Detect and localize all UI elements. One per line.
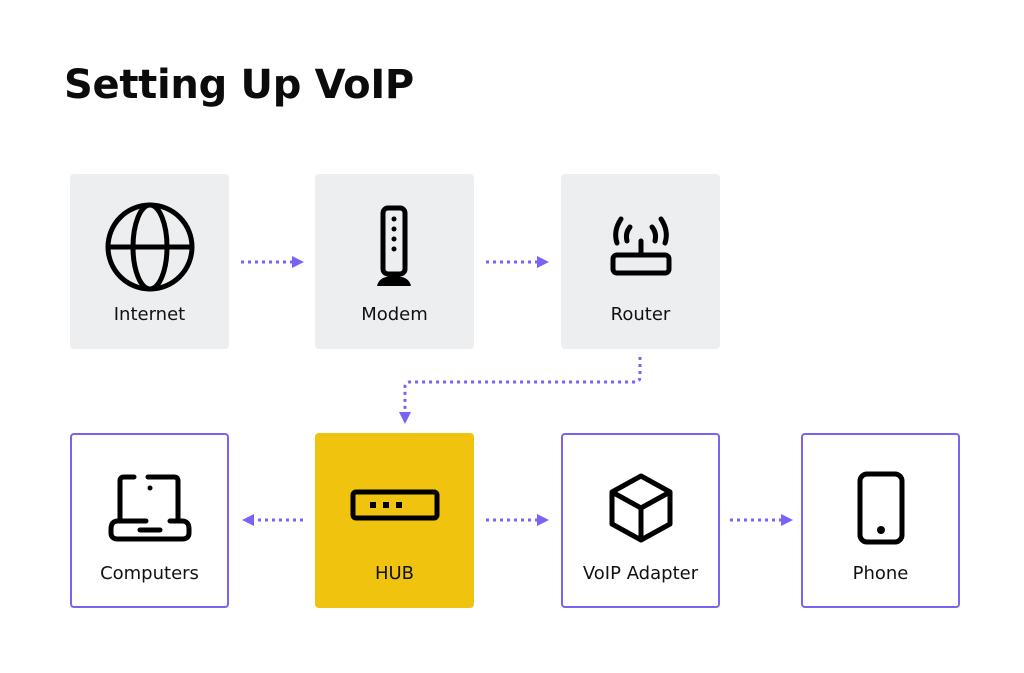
node-phone: Phone — [801, 433, 960, 608]
arrowhead-icon — [781, 514, 793, 526]
node-label: VoIP Adapter — [582, 563, 699, 584]
node-label: Modem — [361, 304, 428, 325]
arrowhead-icon — [537, 256, 549, 268]
phone-icon — [803, 463, 958, 553]
node-label: Internet — [113, 304, 186, 325]
node-modem: Modem — [315, 174, 474, 349]
router-icon — [561, 202, 720, 292]
node-internet: Internet — [70, 174, 229, 349]
node-voip-adapter: VoIP Adapter — [561, 433, 720, 608]
modem-icon — [315, 202, 474, 292]
node-label: Computers — [100, 563, 199, 584]
laptop-icon — [72, 463, 227, 553]
arrowhead-icon — [399, 412, 411, 424]
node-router: Router — [561, 174, 720, 349]
node-label: Router — [610, 304, 671, 325]
edge-router-hub — [403, 357, 642, 412]
arrowhead-icon — [537, 514, 549, 526]
arrowhead-icon — [242, 514, 254, 526]
arrowhead-icon — [292, 256, 304, 268]
cube-icon — [563, 463, 718, 553]
node-computers: Computers — [70, 433, 229, 608]
hub-icon — [315, 461, 474, 551]
node-hub: HUB — [315, 433, 474, 608]
diagram-title: Setting Up VoIP — [64, 62, 414, 108]
globe-icon — [70, 202, 229, 292]
node-label: HUB — [374, 563, 415, 584]
node-label: Phone — [852, 563, 909, 584]
